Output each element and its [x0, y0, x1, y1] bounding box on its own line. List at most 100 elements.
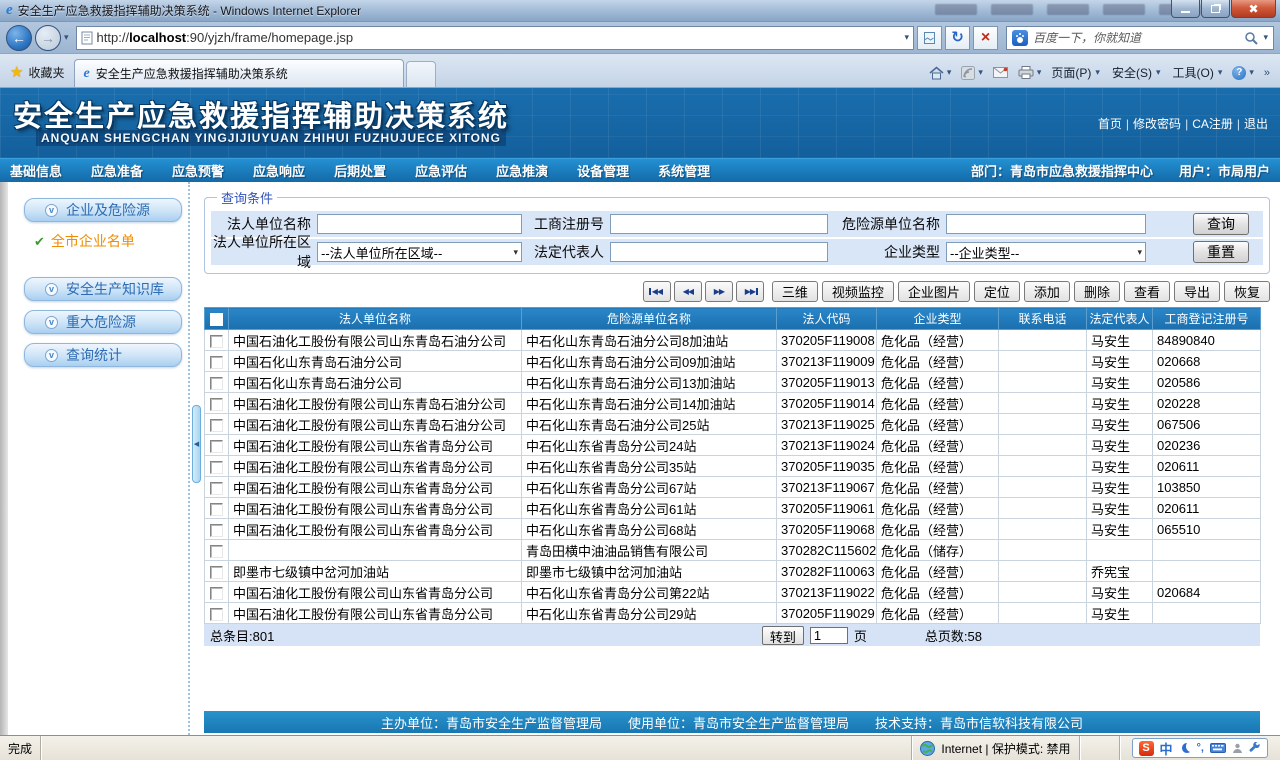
print-button[interactable]: ▾: [1018, 66, 1041, 79]
row-checkbox[interactable]: [210, 334, 223, 348]
pager-next-button[interactable]: ▶▶: [704, 281, 733, 302]
hazard-name-input[interactable]: [946, 214, 1146, 234]
nav-item[interactable]: 后期处置: [334, 161, 386, 180]
table-cell: [1152, 602, 1261, 624]
url-field[interactable]: http://localhost:90/yjzh/frame/homepage.…: [75, 25, 914, 50]
row-checkbox[interactable]: [210, 502, 223, 516]
punctuation-mode-icon[interactable]: °,: [1197, 742, 1204, 754]
row-checkbox[interactable]: [210, 460, 223, 474]
toolbar-button[interactable]: 恢复: [1223, 281, 1270, 302]
close-button[interactable]: ✖: [1231, 0, 1276, 18]
row-checkbox[interactable]: [210, 376, 223, 390]
row-checkbox[interactable]: [210, 586, 223, 600]
menu-button[interactable]: 工具(O) ▾: [1172, 64, 1222, 81]
row-checkbox[interactable]: [210, 607, 223, 621]
row-checkbox[interactable]: [210, 355, 223, 369]
table-cell: 020236: [1152, 434, 1261, 456]
toolbar-button[interactable]: 删除: [1073, 281, 1120, 302]
pager-last-button[interactable]: ▶▶: [735, 281, 764, 302]
row-checkbox[interactable]: [210, 397, 223, 411]
row-checkbox[interactable]: [210, 418, 223, 432]
url-dropdown-icon[interactable]: ▾: [904, 33, 909, 42]
nav-item[interactable]: 应急响应: [253, 161, 305, 180]
goto-page-button[interactable]: 转到: [761, 625, 804, 645]
row-checkbox[interactable]: [210, 544, 223, 558]
menu-button[interactable]: 安全(S) ▾: [1112, 64, 1161, 81]
banner-link[interactable]: 修改密码: [1133, 115, 1181, 132]
search-box[interactable]: 百度一下，你就知道 ▾: [1006, 25, 1274, 50]
legal-rep-input[interactable]: [610, 242, 828, 262]
feeds-button[interactable]: ▾: [961, 65, 983, 80]
toolbar: ◀◀ ◀◀ ▶▶ ▶▶ 三维 视频监控 企业图片 定位 添加 删除 查看 导出 恢复: [204, 281, 1270, 302]
row-checkbox[interactable]: [210, 481, 223, 495]
history-dropdown-icon[interactable]: ▾: [64, 33, 69, 42]
overflow-chevron-icon[interactable]: »: [1264, 67, 1270, 79]
enterprise-type-select[interactable]: --企业类型-- ▾: [946, 242, 1146, 262]
favorites-button[interactable]: ★ 收藏夹: [4, 64, 74, 87]
address-bar: ← → ▾ http://localhost:90/yjzh/frame/hom…: [0, 22, 1280, 54]
sidebar-button[interactable]: v 重大危险源: [24, 310, 182, 334]
sidebar-collapse-handle[interactable]: ◀: [192, 405, 201, 483]
pager-first-button[interactable]: ◀◀: [642, 281, 671, 302]
mail-button[interactable]: [992, 67, 1008, 78]
row-checkbox[interactable]: [210, 523, 223, 537]
favorites-label: 收藏夹: [28, 66, 65, 80]
person-icon[interactable]: [1232, 743, 1243, 754]
reset-button[interactable]: 重置: [1193, 241, 1249, 263]
sidebar: v 企业及危险源 ✔ 全市企业名单 v 安全生产知识库 v 重大危险源 v 查询统计: [8, 182, 190, 735]
pager-prev-button[interactable]: ◀◀: [673, 281, 702, 302]
toolbar-button[interactable]: 企业图片: [897, 281, 970, 302]
browser-tab[interactable]: e 安全生产应急救援指挥辅助决策系统: [74, 59, 405, 87]
row-checkbox-cell: [204, 434, 229, 456]
minimize-button[interactable]: [1171, 0, 1200, 18]
business-reg-input[interactable]: [610, 214, 828, 234]
row-checkbox[interactable]: [210, 565, 223, 579]
help-button[interactable]: ? ▾: [1232, 65, 1254, 80]
toolbar-button[interactable]: 导出: [1173, 281, 1220, 302]
refresh-button[interactable]: ↻: [945, 25, 970, 50]
sidebar-button[interactable]: v 安全生产知识库: [24, 277, 182, 301]
search-icon[interactable]: [1244, 31, 1259, 45]
toolbar-button[interactable]: 视频监控: [821, 281, 894, 302]
keyboard-icon[interactable]: [1210, 743, 1226, 753]
sidebar-item-active[interactable]: ✔ 全市企业名单: [34, 231, 188, 251]
home-button[interactable]: ▾: [929, 65, 951, 80]
search-button[interactable]: 查询: [1193, 213, 1249, 235]
chevron-down-icon: ▾: [1217, 67, 1223, 77]
corp-name-input[interactable]: [317, 214, 522, 234]
new-tab-button[interactable]: [406, 61, 437, 87]
restore-button[interactable]: [1201, 0, 1230, 18]
table-cell: 马安生: [1086, 497, 1153, 519]
sogou-logo-icon[interactable]: S: [1138, 740, 1154, 756]
toolbar-button[interactable]: 查看: [1123, 281, 1170, 302]
menu-button[interactable]: 页面(P) ▾: [1051, 64, 1100, 81]
nav-item[interactable]: 应急准备: [91, 161, 143, 180]
back-button[interactable]: ←: [6, 24, 32, 51]
moon-icon[interactable]: [1179, 742, 1191, 754]
nav-item[interactable]: 应急评估: [415, 161, 467, 180]
nav-item[interactable]: 基础信息: [10, 161, 62, 180]
nav-item[interactable]: 系统管理: [658, 161, 710, 180]
banner-link[interactable]: 退出: [1244, 115, 1268, 132]
compatibility-view-button[interactable]: [917, 25, 942, 50]
sidebar-button[interactable]: v 查询统计: [24, 343, 182, 367]
table-cell: 370282C115602: [776, 539, 877, 561]
nav-item[interactable]: 设备管理: [577, 161, 629, 180]
wrench-icon[interactable]: [1249, 742, 1261, 754]
stop-button[interactable]: ×: [973, 25, 998, 50]
toolbar-button[interactable]: 添加: [1023, 281, 1070, 302]
toolbar-button[interactable]: 三维: [771, 281, 818, 302]
banner-link[interactable]: 首页: [1098, 115, 1122, 132]
banner-link[interactable]: CA注册: [1192, 115, 1233, 132]
forward-button[interactable]: →: [35, 24, 61, 51]
page-number-input[interactable]: [809, 626, 848, 644]
chinese-mode-icon[interactable]: 中: [1160, 739, 1173, 758]
sidebar-button[interactable]: v 企业及危险源: [24, 198, 182, 222]
toolbar-button[interactable]: 定位: [973, 281, 1020, 302]
search-dropdown-icon[interactable]: ▾: [1263, 33, 1268, 42]
row-checkbox[interactable]: [210, 439, 223, 453]
nav-item[interactable]: 应急推演: [496, 161, 548, 180]
corp-area-select[interactable]: --法人单位所在区域-- ▾: [317, 242, 522, 262]
select-all-checkbox[interactable]: [210, 312, 223, 326]
nav-item[interactable]: 应急预警: [172, 161, 224, 180]
